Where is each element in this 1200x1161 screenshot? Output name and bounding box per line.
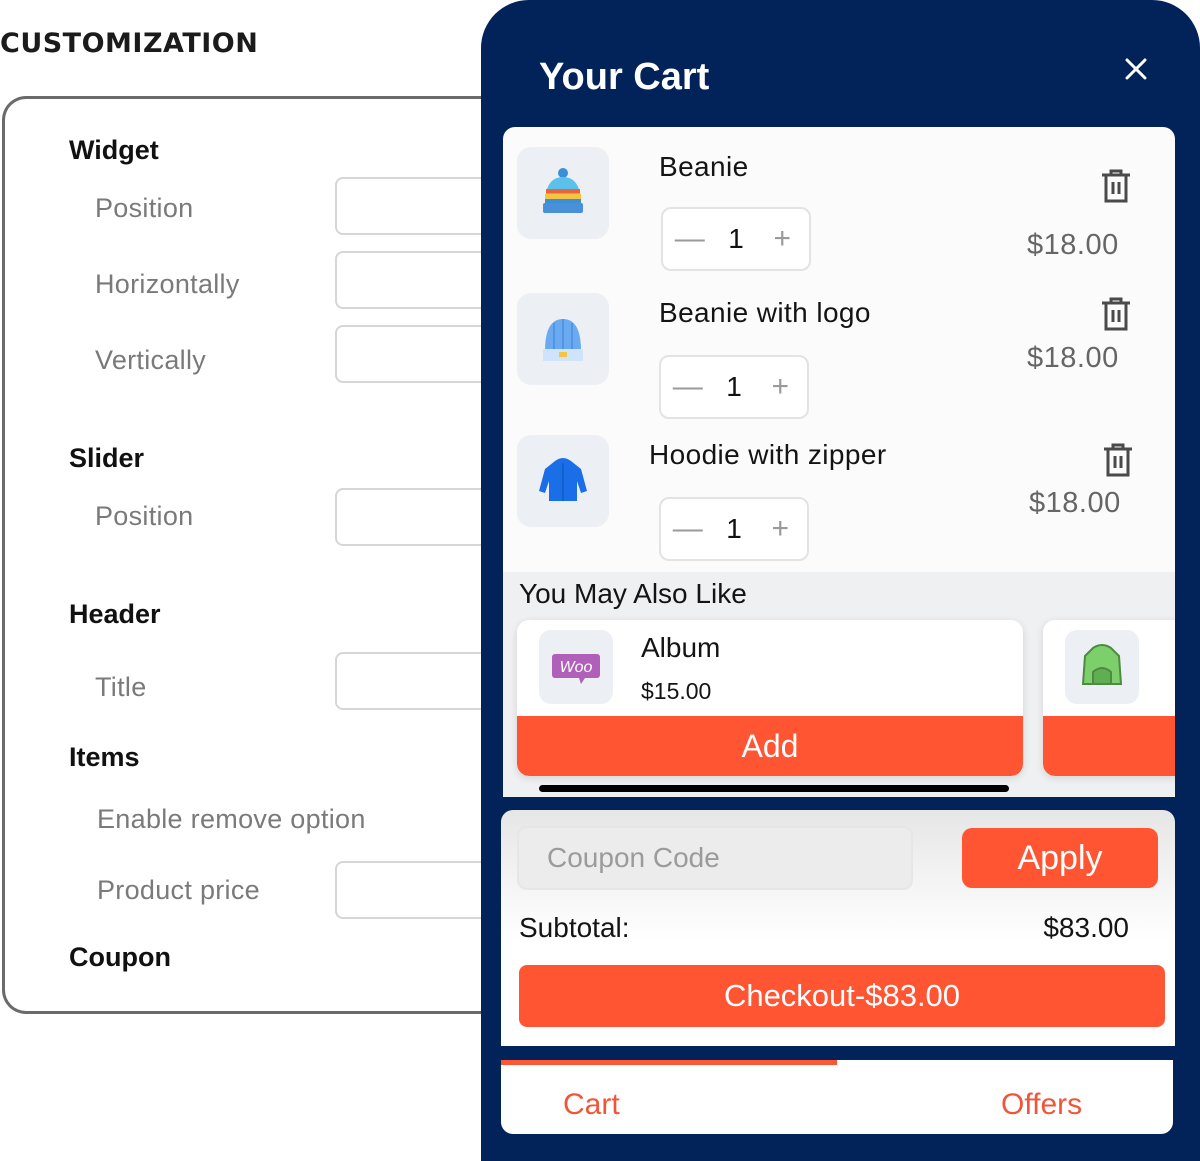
quantity-value[interactable]: 1 (728, 223, 744, 255)
apply-coupon-button[interactable]: Apply (962, 828, 1158, 888)
cart-title: Your Cart (539, 56, 710, 98)
label-product-price: Product price (97, 875, 260, 905)
label-slider-position: Position (95, 501, 194, 531)
green-hoodie-icon (1065, 630, 1139, 704)
label-widget-position: Position (95, 193, 194, 223)
label-widget-horizontally: Horizontally (95, 269, 240, 299)
subtotal-label: Subtotal: (519, 912, 630, 943)
decrease-quantity-button[interactable]: — (673, 512, 703, 546)
upsell-product-price: $15.00 (641, 678, 712, 704)
cart-tabs: Cart Offers (501, 1060, 1173, 1134)
woo-logo-icon: Woo (539, 630, 613, 704)
increase-quantity-button[interactable]: + (765, 370, 795, 404)
cart-items-list: Beanie — 1 + $18.00 Beanie with logo — 1… (503, 127, 1175, 797)
close-icon[interactable] (1121, 54, 1151, 84)
hoodie-icon (517, 435, 609, 527)
customization-panel: Widget Position Horizontally Vertically … (2, 96, 535, 1014)
active-tab-indicator (501, 1060, 837, 1065)
tab-offers[interactable]: Offers (1001, 1088, 1082, 1122)
label-widget-vertically: Vertically (95, 345, 207, 375)
add-to-cart-button[interactable] (1043, 716, 1175, 776)
item-name: Beanie with logo (659, 297, 871, 328)
decrease-quantity-button[interactable]: — (673, 370, 703, 404)
upsell-section: You May Also Like Woo Album $15.00 Add (503, 572, 1175, 797)
cart-drawer: Your Cart Beanie — 1 + $18.00 Beanie wit… (481, 0, 1200, 1161)
upsell-title: You May Also Like (519, 578, 747, 609)
section-coupon: Coupon (69, 942, 171, 972)
decrease-quantity-button[interactable]: — (675, 222, 705, 256)
quantity-value[interactable]: 1 (726, 513, 742, 545)
quantity-stepper: — 1 + (659, 497, 809, 561)
section-header: Header (69, 599, 161, 629)
increase-quantity-button[interactable]: + (765, 512, 795, 546)
trash-icon[interactable] (1099, 295, 1133, 333)
item-price: $18.00 (1027, 229, 1119, 261)
section-widget: Widget (69, 135, 159, 165)
trash-icon[interactable] (1099, 167, 1133, 205)
item-name: Beanie (659, 151, 749, 182)
label-enable-remove: Enable remove option (97, 804, 366, 834)
svg-text:Woo: Woo (560, 659, 593, 676)
coupon-code-input[interactable] (517, 826, 913, 890)
item-price: $18.00 (1029, 487, 1121, 519)
trash-icon[interactable] (1101, 441, 1135, 479)
section-items: Items (69, 742, 140, 772)
customization-title: CUSTOMIZATION (0, 28, 259, 59)
item-price: $18.00 (1027, 342, 1119, 374)
quantity-stepper: — 1 + (659, 355, 809, 419)
checkout-button[interactable]: Checkout-$83.00 (519, 965, 1165, 1027)
tab-cart[interactable]: Cart (563, 1088, 620, 1122)
cart-summary: Apply Subtotal: $83.00 Checkout-$83.00 (501, 810, 1175, 1046)
item-name: Hoodie with zipper (649, 439, 887, 470)
increase-quantity-button[interactable]: + (767, 222, 797, 256)
beanie-icon (517, 147, 609, 239)
label-header-title: Title (95, 672, 147, 702)
upsell-product-card (1043, 620, 1175, 776)
upsell-product-card: Woo Album $15.00 Add (517, 620, 1023, 776)
upsell-scrollbar[interactable] (539, 785, 1009, 792)
upsell-product-name: Album (641, 632, 721, 663)
subtotal-value: $83.00 (1043, 912, 1129, 943)
section-slider: Slider (69, 443, 145, 473)
add-to-cart-button[interactable]: Add (517, 716, 1023, 776)
quantity-stepper: — 1 + (661, 207, 811, 271)
quantity-value[interactable]: 1 (726, 371, 742, 403)
beanie-logo-icon (517, 293, 609, 385)
